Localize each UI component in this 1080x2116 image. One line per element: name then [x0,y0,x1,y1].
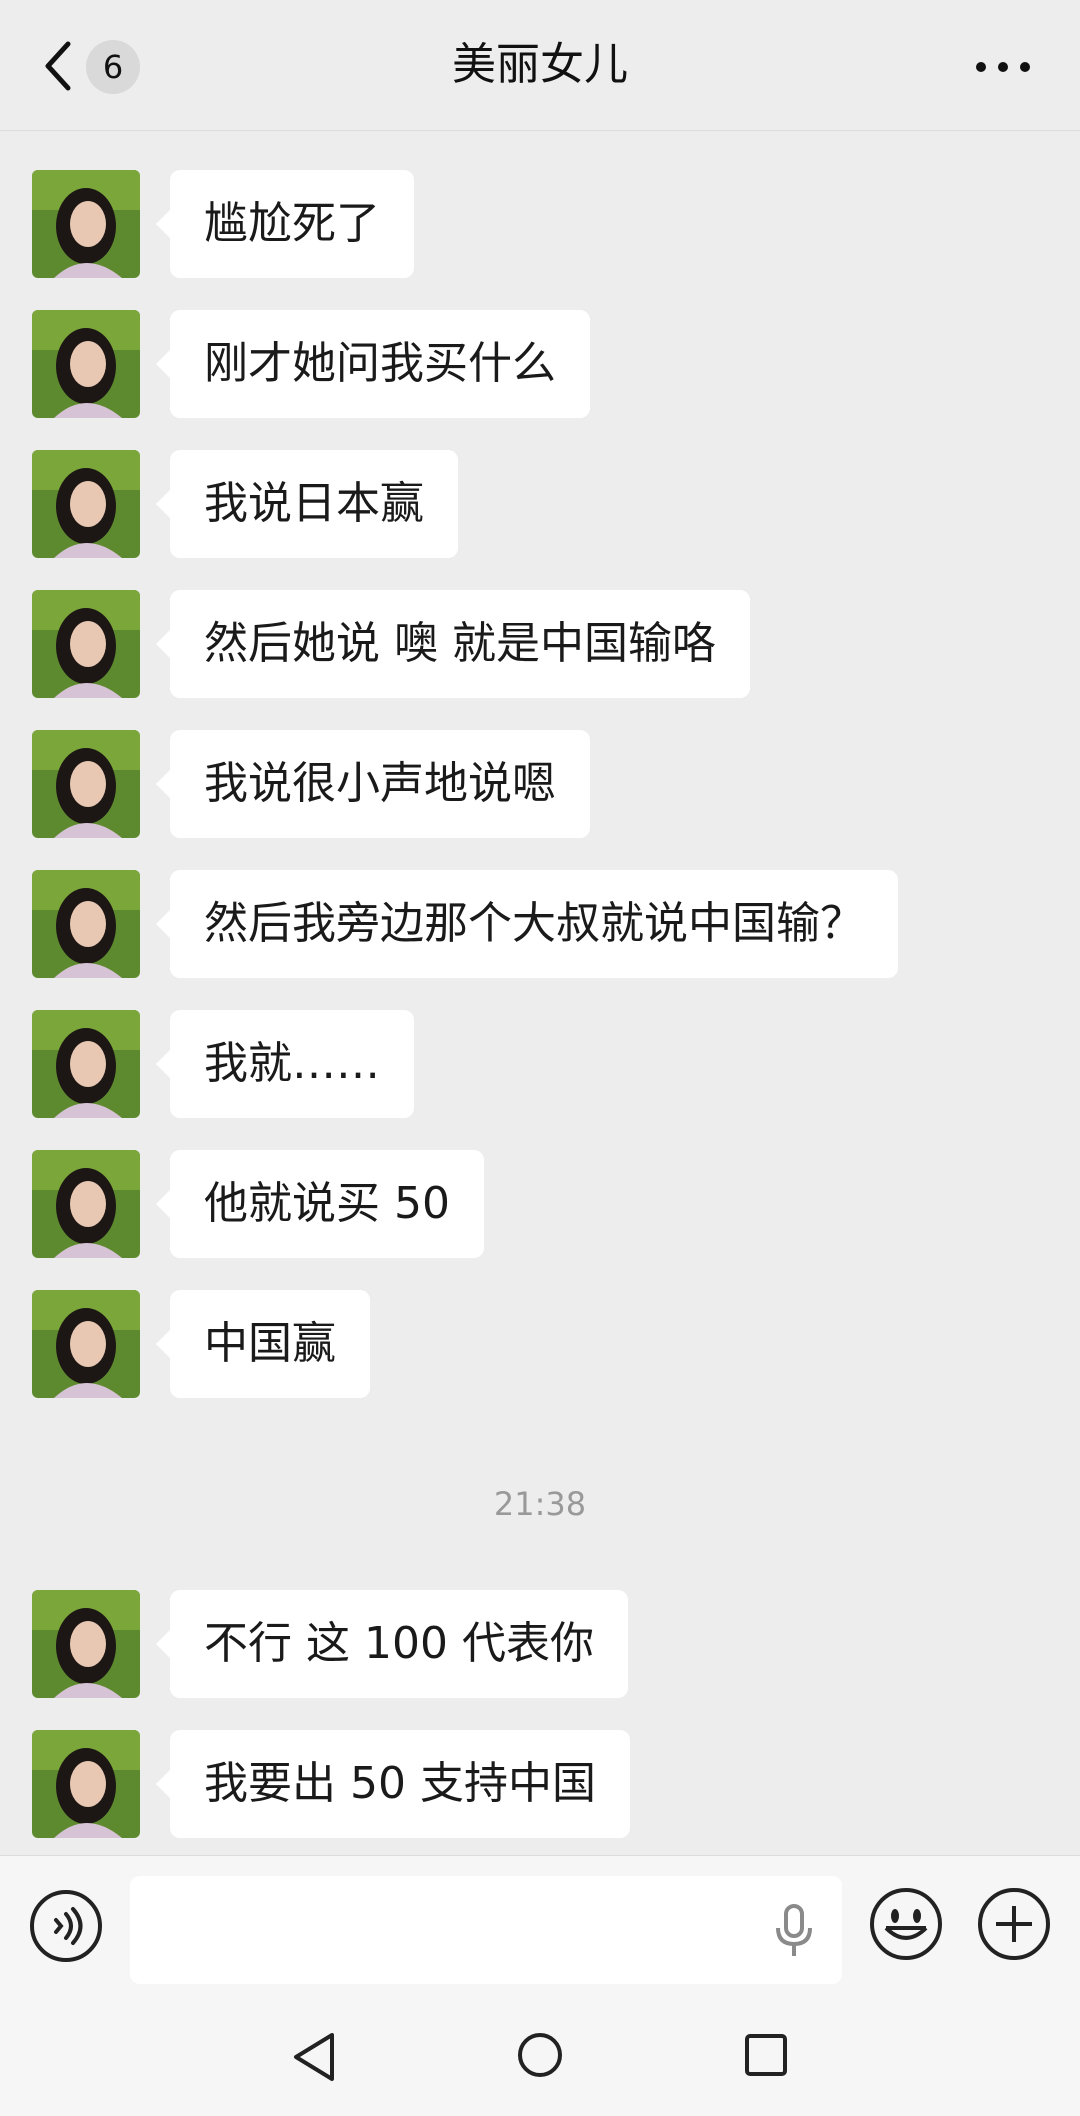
system-nav-bar [0,1995,1080,2116]
avatar[interactable] [32,1150,140,1258]
avatar[interactable] [32,1730,140,1838]
message-row: 不行 这 100 代表你 [0,1590,1080,1698]
plus-circle-icon[interactable] [976,1886,1052,1962]
avatar[interactable] [32,870,140,978]
message-row: 然后我旁边那个大叔就说中国输？ [0,870,1080,978]
avatar[interactable] [32,730,140,838]
input-bar [0,1855,1080,1996]
message-bubble[interactable]: 我就…… [156,1010,414,1118]
message-row: 我要出 50 支持中国 [0,1730,1080,1838]
chat-title: 美丽女儿 [452,39,628,90]
chat-header: 6 美丽女儿 [0,0,1080,131]
avatar[interactable] [32,170,140,278]
message-bubble[interactable]: 我说很小声地说嗯 [156,730,590,838]
unread-count-badge[interactable]: 6 [86,40,140,94]
message-bubble[interactable]: 我要出 50 支持中国 [156,1730,630,1838]
nav-back-triangle-icon[interactable] [290,2031,338,2083]
message-row: 我就…… [0,1010,1080,1118]
voice-icon[interactable] [28,1888,104,1964]
message-bubble[interactable]: 他就说买 50 [156,1150,484,1258]
avatar[interactable] [32,1590,140,1698]
message-bubble[interactable]: 不行 这 100 代表你 [156,1590,628,1698]
avatar[interactable] [32,1290,140,1398]
message-row: 中国赢 [0,1290,1080,1398]
microphone-icon[interactable] [772,1904,816,1958]
avatar[interactable] [32,310,140,418]
avatar[interactable] [32,450,140,558]
message-bubble[interactable]: 中国赢 [156,1290,370,1398]
message-bubble[interactable]: 刚才她问我买什么 [156,310,590,418]
message-bubble[interactable]: 尴尬死了 [156,170,414,278]
chevron-left-icon[interactable] [38,36,78,96]
message-row: 我说日本赢 [0,450,1080,558]
emoji-icon[interactable] [868,1886,944,1962]
message-row: 尴尬死了 [0,170,1080,278]
avatar[interactable] [32,590,140,698]
timestamp: 21:38 [493,1485,587,1523]
message-row: 刚才她问我买什么 [0,310,1080,418]
message-input[interactable] [130,1876,842,1984]
message-bubble[interactable]: 然后我旁边那个大叔就说中国输？ [156,870,898,978]
avatar[interactable] [32,1010,140,1118]
message-bubble[interactable]: 然后她说 噢 就是中国输咯 [156,590,750,698]
nav-recent-square-icon[interactable] [744,2033,788,2077]
nav-home-circle-icon[interactable] [516,2031,564,2079]
message-row: 然后她说 噢 就是中国输咯 [0,590,1080,698]
message-row: 我说很小声地说嗯 [0,730,1080,838]
message-row: 他就说买 50 [0,1150,1080,1258]
message-bubble[interactable]: 我说日本赢 [156,450,458,558]
more-dots-icon[interactable] [975,52,1031,82]
